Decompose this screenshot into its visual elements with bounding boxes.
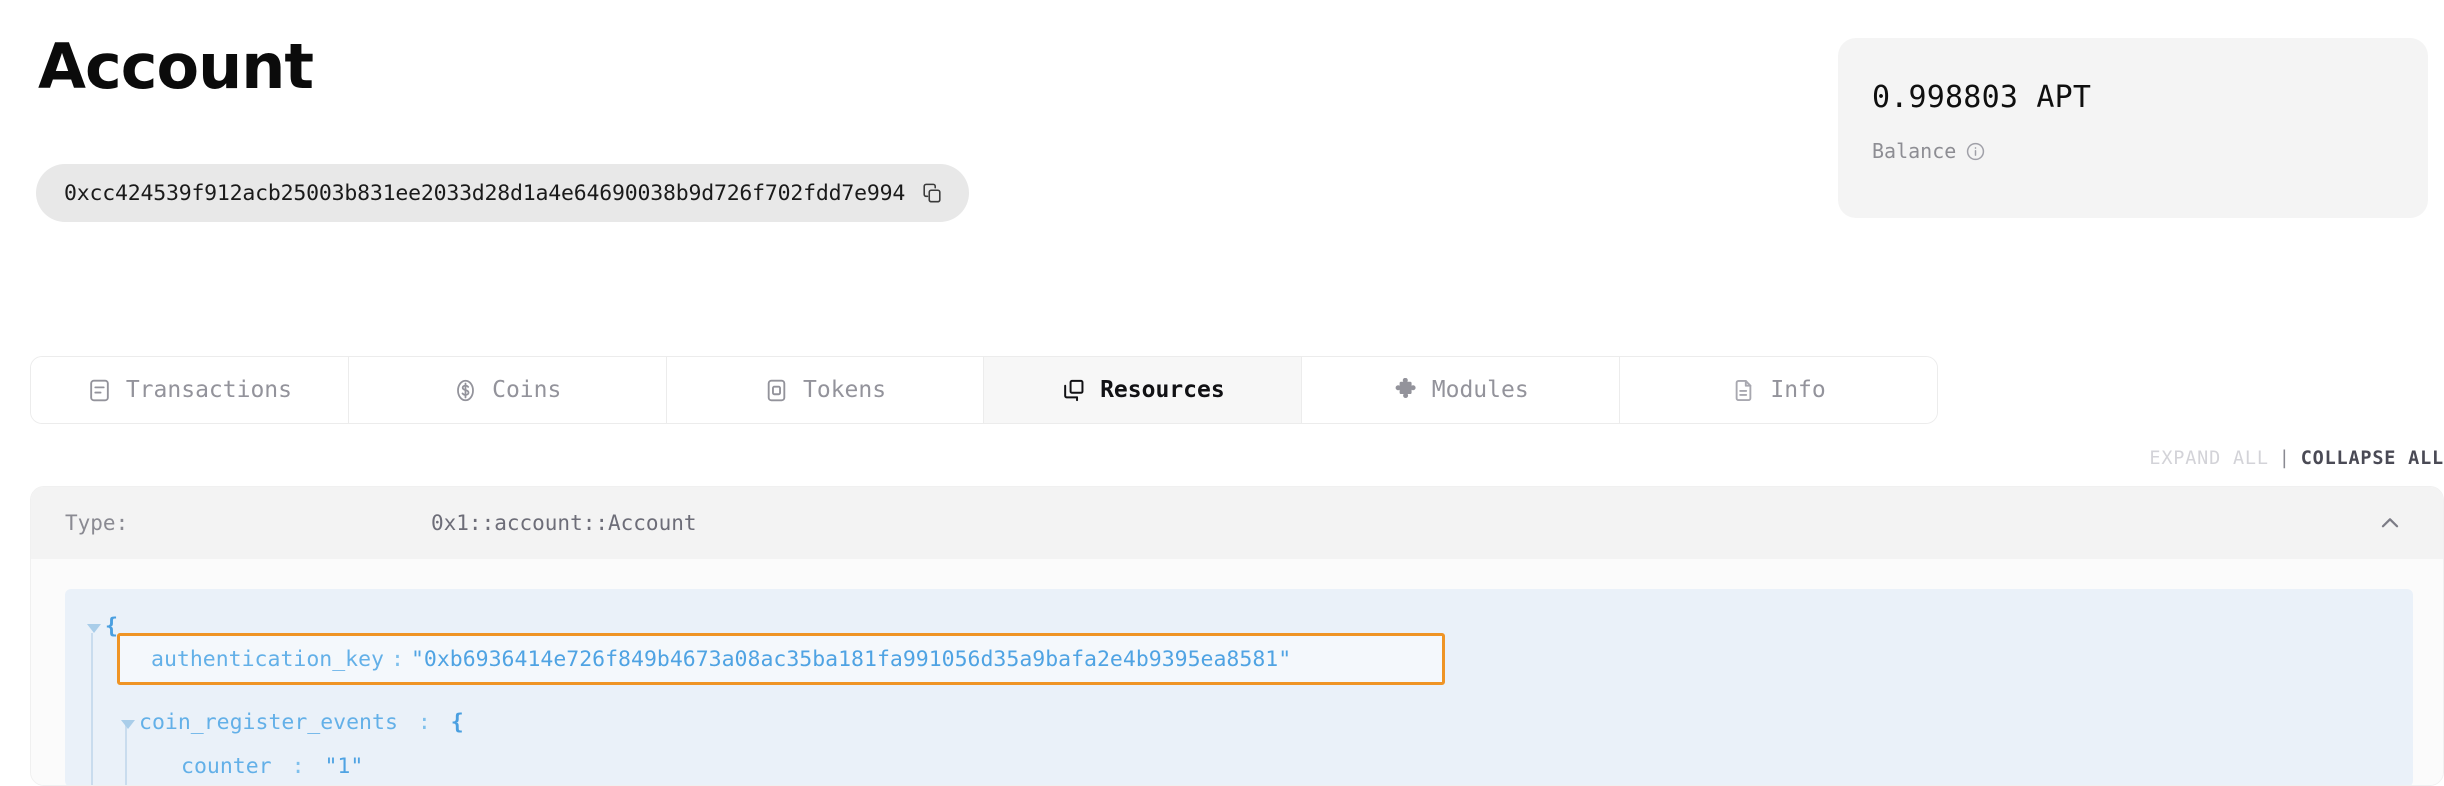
expand-all-button[interactable]: EXPAND ALL — [2149, 448, 2268, 469]
page-title: Account — [38, 30, 314, 103]
json-colon: : — [391, 646, 404, 672]
json-key: counter — [181, 754, 272, 779]
tab-coins[interactable]: Coins — [348, 357, 667, 423]
json-value: "0xb6936414e726f849b4673a08ac35ba181fa99… — [410, 646, 1292, 672]
resources-icon — [1061, 378, 1086, 403]
coins-icon — [453, 378, 478, 403]
info-circle-icon[interactable] — [1966, 142, 1985, 161]
resource-type-label: Type: — [65, 511, 129, 535]
tokens-icon — [764, 378, 789, 403]
json-value: "1" — [324, 754, 364, 779]
balance-label: Balance — [1872, 139, 1957, 163]
tab-label: Tokens — [803, 377, 887, 403]
tab-label: Info — [1770, 377, 1826, 403]
json-colon: : — [417, 710, 431, 735]
collapse-all-button[interactable]: COLLAPSE ALL — [2301, 448, 2444, 469]
json-colon: : — [291, 754, 305, 779]
page-header: Account 0xcc424539f912acb25003b831ee2033… — [0, 0, 2444, 230]
json-brace: { — [105, 614, 118, 639]
resource-type-row[interactable]: Type: 0x1::account::Account — [31, 487, 2443, 559]
expand-collapse-toolbar: EXPAND ALL | COLLAPSE ALL — [0, 448, 2444, 469]
tab-modules[interactable]: Modules — [1302, 357, 1621, 423]
tab-tokens[interactable]: Tokens — [666, 357, 985, 423]
tab-label: Transactions — [125, 377, 292, 403]
balance-card: 0.998803 APT Balance — [1838, 38, 2428, 218]
resource-panel: Type: 0x1::account::Account { authentica… — [30, 486, 2444, 786]
json-line-coin-register-events: coin_register_events : { — [65, 701, 2413, 745]
copy-icon[interactable] — [921, 182, 943, 204]
balance-label-row: Balance — [1872, 139, 2394, 163]
caret-down-icon[interactable] — [87, 624, 101, 633]
json-key: coin_register_events — [139, 710, 398, 735]
tab-label: Resources — [1100, 377, 1225, 403]
caret-down-icon[interactable] — [121, 720, 135, 729]
account-tabs: Transactions Coins Tokens Resources Modu… — [30, 356, 1938, 424]
json-line-counter: counter : "1" — [65, 745, 2413, 785]
account-address-text: 0xcc424539f912acb25003b831ee2033d28d1a4e… — [64, 180, 906, 206]
tab-resources[interactable]: Resources — [984, 357, 1303, 423]
json-line-authentication-key[interactable]: authentication_key : "0xb6936414e726f849… — [117, 633, 1445, 685]
json-viewer-wrap: { authentication_key : "0xb6936414e726f8… — [31, 559, 2443, 785]
toolbar-separator: | — [2278, 448, 2291, 469]
document-icon — [1731, 378, 1756, 403]
chevron-up-icon[interactable] — [2377, 510, 2403, 536]
account-address-pill[interactable]: 0xcc424539f912acb25003b831ee2033d28d1a4e… — [36, 164, 970, 222]
tab-label: Coins — [492, 377, 562, 403]
tab-transactions[interactable]: Transactions — [31, 357, 349, 423]
account-page: Account 0xcc424539f912acb25003b831ee2033… — [0, 0, 2444, 786]
json-brace: { — [450, 710, 464, 735]
resource-type-value: 0x1::account::Account — [431, 511, 697, 535]
tab-label: Modules — [1431, 377, 1529, 403]
balance-amount: 0.998803 APT — [1872, 80, 2092, 115]
json-key: authentication_key — [151, 646, 384, 672]
tab-info[interactable]: Info — [1620, 357, 1937, 423]
puzzle-icon — [1393, 377, 1418, 403]
transactions-icon — [87, 378, 112, 403]
json-viewer: { authentication_key : "0xb6936414e726f8… — [65, 589, 2413, 785]
